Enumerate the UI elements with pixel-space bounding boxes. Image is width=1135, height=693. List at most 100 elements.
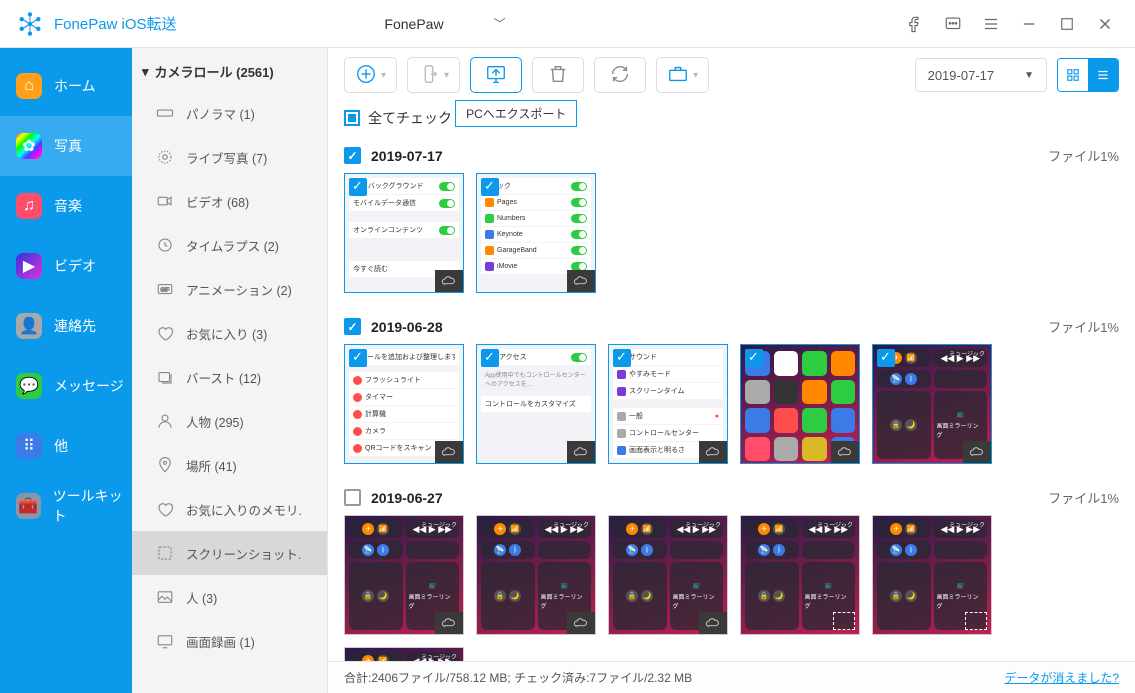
sub-person[interactable]: 人 (3) xyxy=(132,575,327,619)
cloud-icon xyxy=(567,270,595,292)
plus-circle-icon xyxy=(355,63,377,88)
export-pc-button[interactable]: PCへエクスポート xyxy=(470,57,522,93)
group-checkbox[interactable] xyxy=(344,318,361,335)
cloud-icon xyxy=(435,441,463,463)
photo-thumb[interactable]: ックPagesNumbersKeynoteGarageBandiMovie xyxy=(476,173,596,293)
message-icon: 💬 xyxy=(16,373,42,399)
app-logo-area: FonePaw iOS転送 xyxy=(0,10,320,38)
photo-group: 2019-06-27 ファイル1% ミュージック✈📶◀◀ ▶ ▶▶📡ᛒ🔒🌙📺画面… xyxy=(344,480,1119,661)
photo-icon: ✿ xyxy=(16,133,42,159)
nav-messages[interactable]: 💬メッセージ xyxy=(0,356,132,416)
device-selector[interactable]: FonePaw ﹀ xyxy=(320,15,560,32)
live-photo-icon xyxy=(156,148,174,166)
app-logo-icon xyxy=(16,10,44,38)
sub-panorama[interactable]: パノラマ (1) xyxy=(132,91,327,135)
photo-thumb[interactable]: ミュージック✈📶◀◀ ▶ ▶▶📡ᛒ🔒🌙📺画面ミラーリング xyxy=(740,515,860,635)
photo-thumb[interactable]: ミュージック✈📶◀◀ ▶ ▶▶📡ᛒ🔒🌙📺画面ミラーリング xyxy=(872,344,992,464)
thumb-checkbox[interactable] xyxy=(877,349,895,367)
nav-home[interactable]: ⌂ホーム xyxy=(0,56,132,116)
thumb-checkbox[interactable] xyxy=(481,178,499,196)
screenrec-icon xyxy=(156,632,174,650)
briefcase-icon xyxy=(667,63,689,88)
album-header[interactable]: ▾ カメラロール (2561) xyxy=(132,48,327,91)
music-icon: ♫ xyxy=(16,193,42,219)
photo-thumb[interactable]: ミュージック✈📶◀◀ ▶ ▶▶📡ᛒ🔒🌙📺画面ミラーリング xyxy=(344,515,464,635)
sub-fav-memories[interactable]: お気に入りのメモリ. xyxy=(132,487,327,531)
sub-timelapse[interactable]: タイムラプス (2) xyxy=(132,223,327,267)
nav-other[interactable]: ⠿他 xyxy=(0,416,132,476)
chevron-down-icon: ▾ xyxy=(444,70,449,81)
select-all-row[interactable]: 全てチェック（2406） xyxy=(328,102,1135,138)
photo-thumb[interactable]: サウンドやすみモードスクリーンタイム一般●コントロールセンター画面表示と明るさ xyxy=(608,344,728,464)
status-stats: 合計:2406ファイル/758.12 MB; チェック済み:7ファイル/2.32… xyxy=(344,669,692,686)
nav-video[interactable]: ▶ビデオ xyxy=(0,236,132,296)
sub-live[interactable]: ライブ写真 (7) xyxy=(132,135,327,179)
phone-export-icon xyxy=(418,63,440,88)
cloud-icon xyxy=(831,441,859,463)
group-checkbox[interactable] xyxy=(344,147,361,164)
photo-thumb[interactable]: ミュージック✈📶◀◀ ▶ ▶▶📡ᛒ🔒🌙📺画面ミラーリング xyxy=(344,647,464,661)
select-all-checkbox[interactable] xyxy=(344,110,360,126)
sub-places[interactable]: 場所 (41) xyxy=(132,443,327,487)
cloud-icon xyxy=(435,612,463,634)
heart-icon xyxy=(156,324,174,342)
cloud-icon xyxy=(833,612,855,630)
add-button[interactable]: ▾ xyxy=(344,57,397,93)
monitor-export-icon xyxy=(485,63,507,88)
group-header[interactable]: 2019-06-27 ファイル1% xyxy=(344,480,1119,515)
photo-thumb[interactable]: ミュージック✈📶◀◀ ▶ ▶▶📡ᛒ🔒🌙📺画面ミラーリング xyxy=(872,515,992,635)
refresh-button[interactable] xyxy=(594,57,646,93)
burst-icon xyxy=(156,368,174,386)
maximize-button[interactable] xyxy=(1057,14,1077,34)
view-switch xyxy=(1057,58,1119,92)
nav-photos[interactable]: ✿写真 xyxy=(0,116,132,176)
main-area: ▾ ▾ PCへエクスポート ▾ 2019-07-17▼ 全てチェック（240 xyxy=(328,48,1135,693)
triangle-down-icon: ▾ xyxy=(142,64,149,80)
delete-button[interactable] xyxy=(532,57,584,93)
photo-thumb[interactable]: ミュージック✈📶◀◀ ▶ ▶▶📡ᛒ🔒🌙📺画面ミラーリング xyxy=(476,515,596,635)
thumb-checkbox[interactable] xyxy=(349,349,367,367)
nav-toolkit[interactable]: 🧰ツールキット xyxy=(0,476,132,536)
thumb-checkbox[interactable] xyxy=(613,349,631,367)
toolbar: ▾ ▾ PCへエクスポート ▾ 2019-07-17▼ xyxy=(328,48,1135,102)
grid-view-button[interactable] xyxy=(1058,59,1088,91)
thumb-checkbox[interactable] xyxy=(349,178,367,196)
sub-video[interactable]: ビデオ (68) xyxy=(132,179,327,223)
to-device-button[interactable]: ▾ xyxy=(407,57,460,93)
list-view-button[interactable] xyxy=(1088,59,1118,91)
group-checkbox[interactable] xyxy=(344,489,361,506)
thumb-checkbox[interactable] xyxy=(481,349,499,367)
apps-icon: ⠿ xyxy=(16,433,42,459)
date-filter[interactable]: 2019-07-17▼ xyxy=(915,58,1047,92)
sub-animation[interactable]: GIFアニメーション (2) xyxy=(132,267,327,311)
data-lost-link[interactable]: データが消えました? xyxy=(1004,669,1119,686)
chevron-down-icon: ﹀ xyxy=(494,15,506,32)
thumb-checkbox[interactable] xyxy=(745,349,763,367)
nav-contacts[interactable]: 👤連絡先 xyxy=(0,296,132,356)
photo-thumb[interactable]: ppのバックグラウンドモバイルデータ通信オンラインコンテンツ今すぐ読む xyxy=(344,173,464,293)
photo-thumb[interactable] xyxy=(740,344,860,464)
photo-thumb[interactable]: トロールを追加および整理します。フラッシュライトタイマー計算機カメラQRコードを… xyxy=(344,344,464,464)
app-title: FonePaw iOS転送 xyxy=(54,13,177,34)
menu-icon[interactable] xyxy=(981,14,1001,34)
sub-favorite[interactable]: お気に入り (3) xyxy=(132,311,327,355)
photo-thumb[interactable]: ミュージック✈📶◀◀ ▶ ▶▶📡ᛒ🔒🌙📺画面ミラーリング xyxy=(608,515,728,635)
nav-music[interactable]: ♫音楽 xyxy=(0,176,132,236)
feedback-icon[interactable] xyxy=(943,14,963,34)
group-header[interactable]: 2019-07-17 ファイル1% xyxy=(344,138,1119,173)
minimize-button[interactable] xyxy=(1019,14,1039,34)
sub-screenrec[interactable]: 画面録画 (1) xyxy=(132,619,327,663)
folder-button[interactable]: ▾ xyxy=(656,57,709,93)
close-button[interactable] xyxy=(1095,14,1115,34)
photo-thumb[interactable]: 中のアクセスApp使用中でもコントロールセンターへのアクセスを…コントロールをカ… xyxy=(476,344,596,464)
photo-content: 2019-07-17 ファイル1% ppのバックグラウンドモバイルデータ通信オン… xyxy=(328,138,1135,661)
panorama-icon xyxy=(156,104,174,122)
sub-burst[interactable]: バースト (12) xyxy=(132,355,327,399)
cloud-icon xyxy=(963,441,991,463)
sub-screenshots[interactable]: スクリーンショット. xyxy=(132,531,327,575)
timelapse-icon xyxy=(156,236,174,254)
facebook-icon[interactable] xyxy=(905,14,925,34)
group-header[interactable]: 2019-06-28 ファイル1% xyxy=(344,309,1119,344)
titlebar: FonePaw iOS転送 FonePaw ﹀ xyxy=(0,0,1135,48)
sub-people[interactable]: 人物 (295) xyxy=(132,399,327,443)
